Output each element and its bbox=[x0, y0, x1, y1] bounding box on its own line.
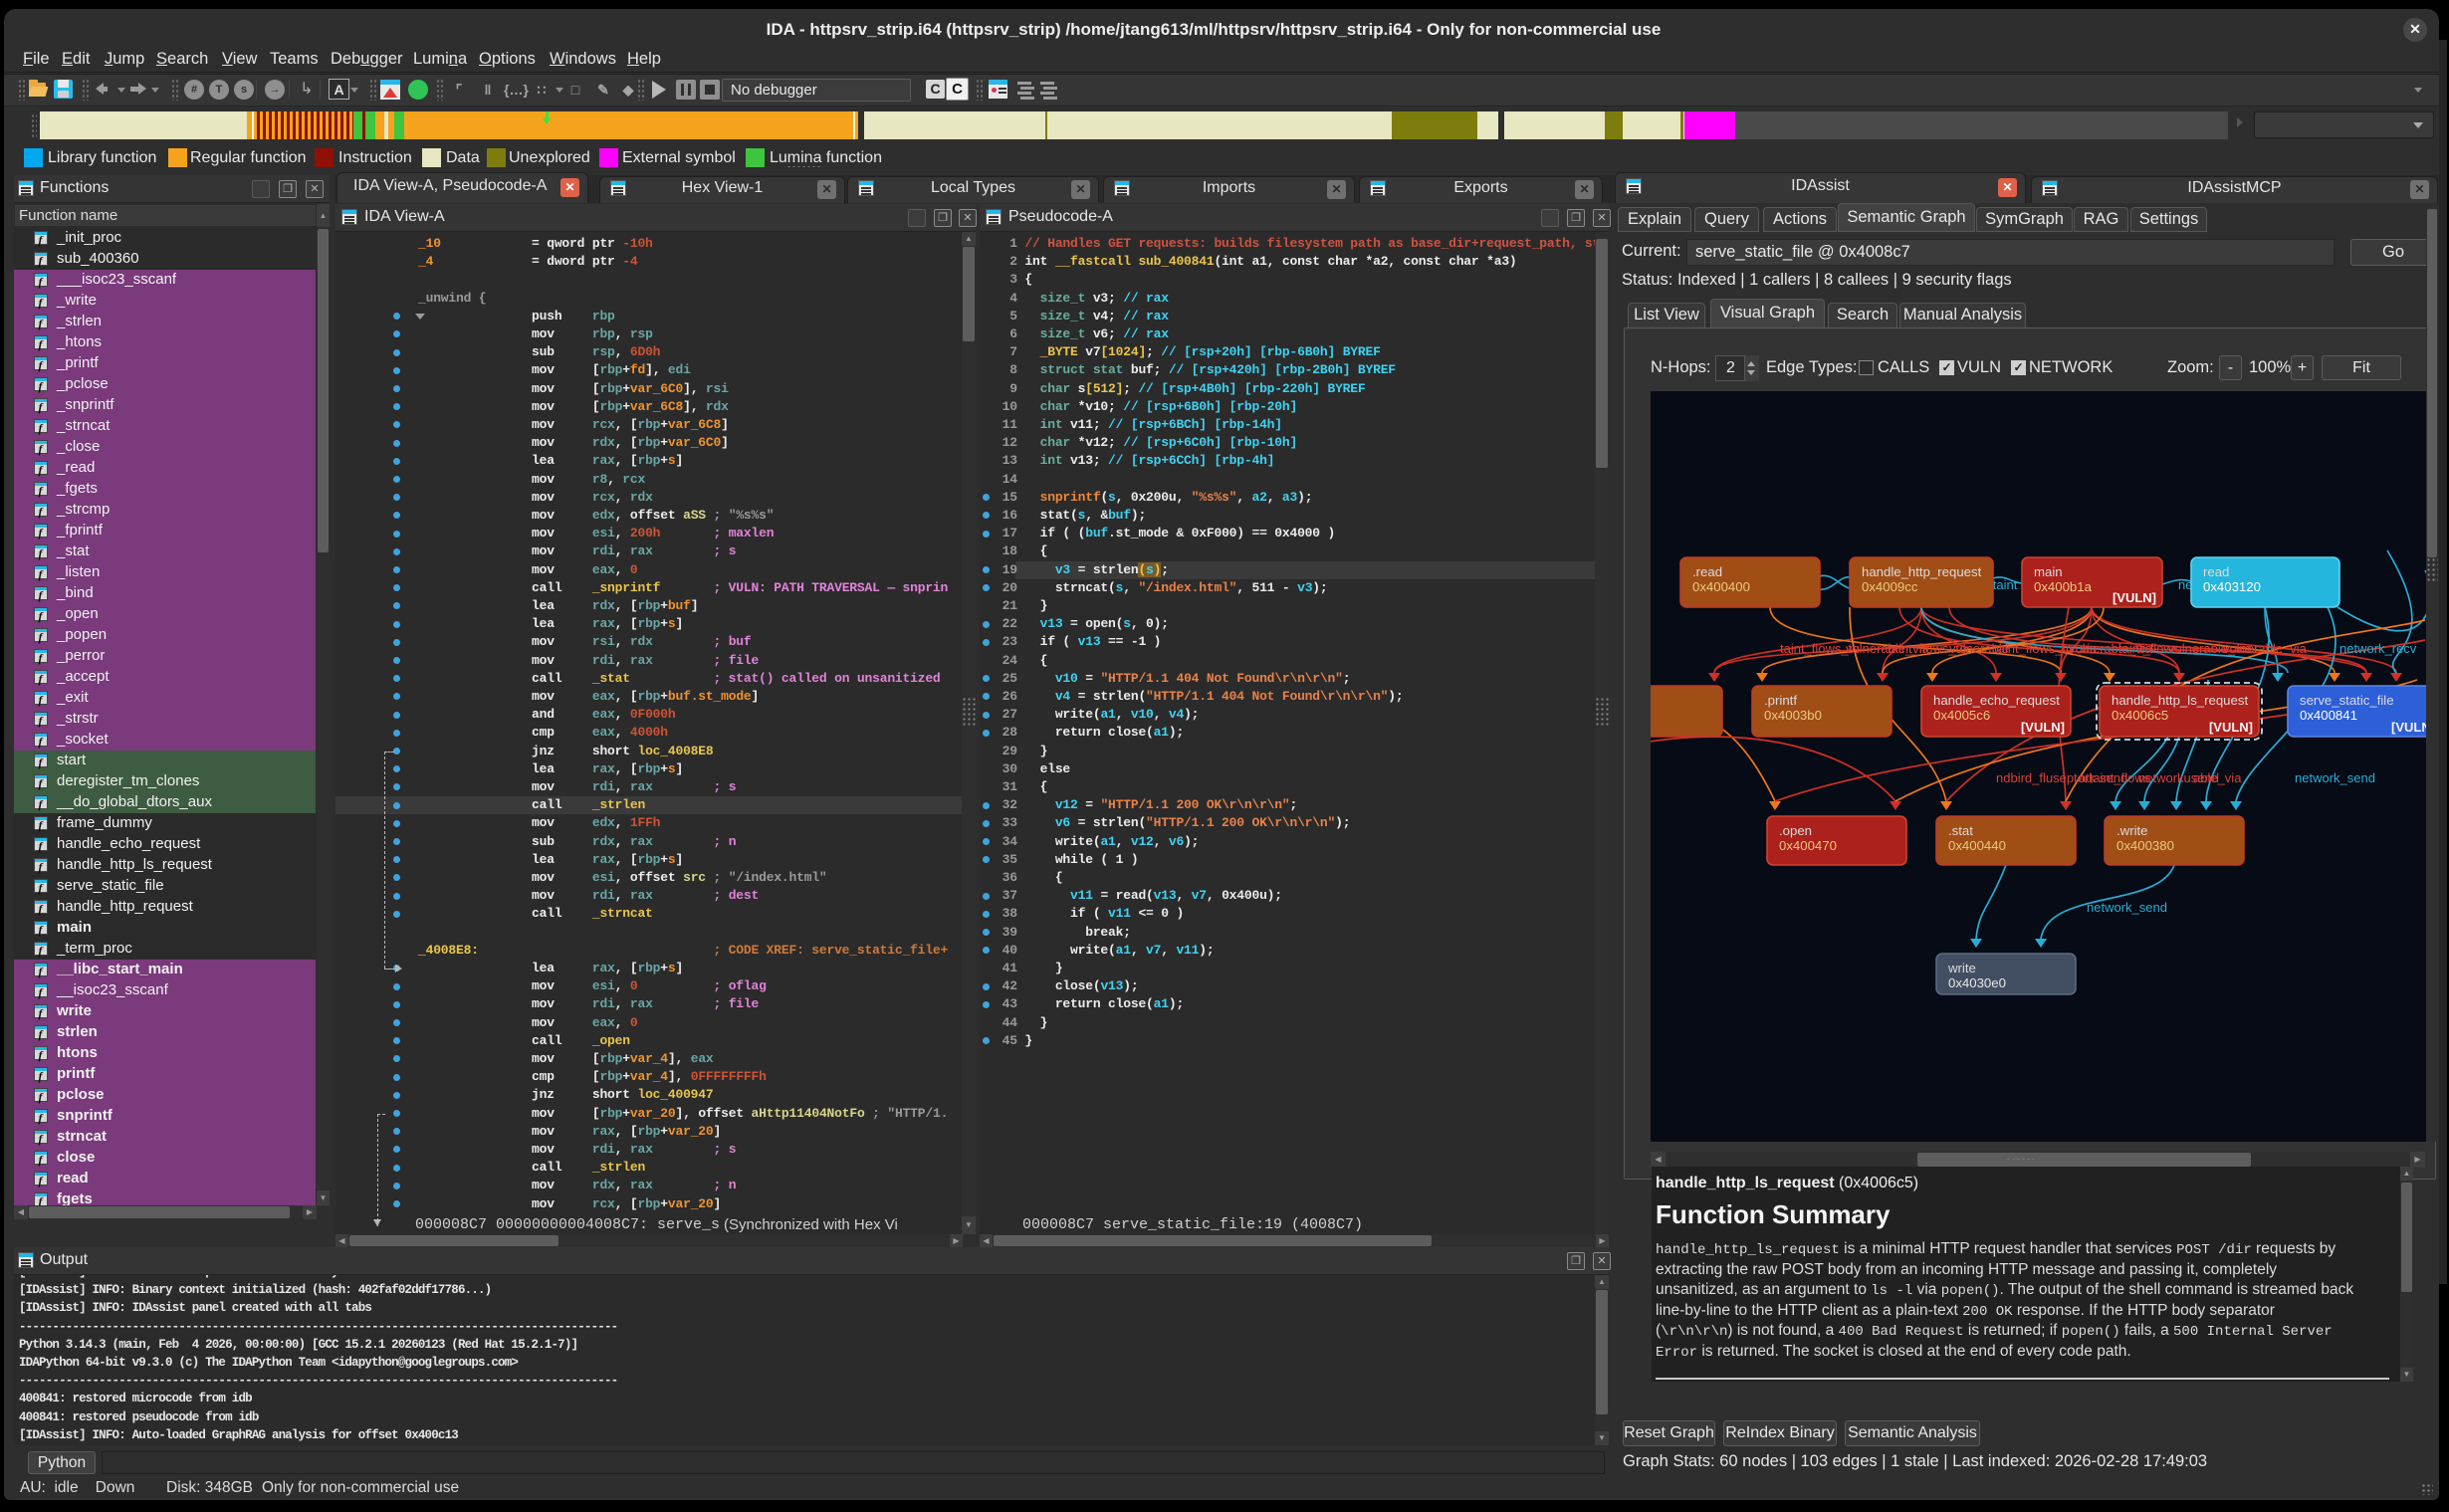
svg-text:network_send: network_send bbox=[2087, 900, 2167, 915]
svg-text:handle_echo_request: handle_echo_request bbox=[1933, 693, 2060, 708]
svg-text:read: read bbox=[2203, 564, 2229, 579]
svg-text:handle_http_ls_request: handle_http_ls_request bbox=[2112, 693, 2248, 708]
svg-text:0x400380: 0x400380 bbox=[2116, 838, 2174, 853]
svg-text:0x4005c6: 0x4005c6 bbox=[1933, 708, 1990, 723]
svg-text:0x4003b0: 0x4003b0 bbox=[1764, 708, 1822, 723]
svg-text:0x400841: 0x400841 bbox=[2300, 708, 2357, 723]
svg-text:.stat: .stat bbox=[1948, 823, 1973, 838]
svg-text:able_via: able_via bbox=[2193, 770, 2242, 785]
svg-text:main: main bbox=[2034, 564, 2063, 579]
svg-text:0x400b1a: 0x400b1a bbox=[2034, 579, 2093, 594]
svg-text:vulnerable_via: vulnerable_via bbox=[2223, 641, 2308, 656]
svg-text:0x400440: 0x400440 bbox=[1948, 838, 2006, 853]
svg-text:[VULN]: [VULN] bbox=[2209, 720, 2253, 735]
svg-text:.read: .read bbox=[1692, 564, 1722, 579]
svg-text:[VULN]: [VULN] bbox=[2113, 590, 2156, 605]
svg-text:0x400470: 0x400470 bbox=[1779, 838, 1837, 853]
svg-text:0x403120: 0x403120 bbox=[2203, 579, 2261, 594]
svg-text:0x400400: 0x400400 bbox=[1692, 579, 1750, 594]
svg-text:0x4006c5: 0x4006c5 bbox=[2112, 708, 2168, 723]
svg-text:network_recv: network_recv bbox=[2339, 641, 2417, 656]
svg-text:write: write bbox=[1947, 961, 1976, 975]
svg-text:.printf: .printf bbox=[1764, 693, 1797, 708]
svg-text:0x4030e0: 0x4030e0 bbox=[1948, 975, 2006, 990]
svg-text:0x4009cc: 0x4009cc bbox=[1862, 579, 1918, 594]
svg-text:handle_http_request: handle_http_request bbox=[1862, 564, 1982, 579]
svg-text:.write: .write bbox=[2116, 823, 2148, 838]
svg-text:network_send: network_send bbox=[2295, 770, 2375, 785]
svg-text:[VULN]: [VULN] bbox=[2021, 720, 2065, 735]
svg-text:.open: .open bbox=[1779, 823, 1812, 838]
svg-text:serve_static_file: serve_static_file bbox=[2300, 693, 2394, 708]
